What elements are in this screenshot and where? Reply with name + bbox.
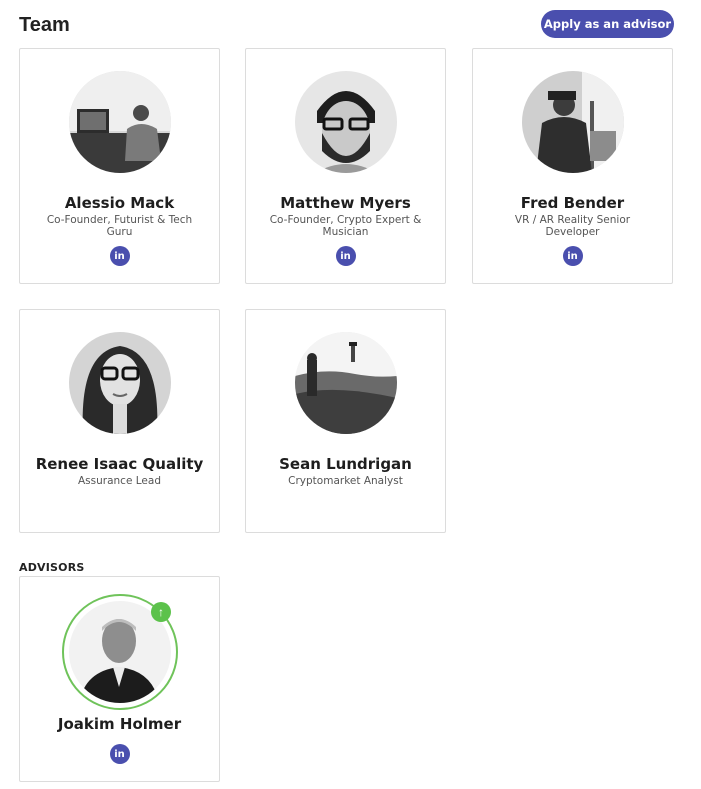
linkedin-icon[interactable]: in: [109, 744, 130, 764]
avatar: [294, 332, 397, 434]
avatar: [68, 332, 171, 434]
team-card: Matthew Myers Co-Founder, Crypto Expert …: [245, 48, 446, 284]
member-role: Cryptomarket Analyst: [288, 475, 403, 487]
linkedin-icon[interactable]: in: [109, 246, 130, 266]
linkedin-icon[interactable]: in: [562, 246, 583, 266]
page-title: Team: [19, 14, 70, 36]
advisors-section-label: ADVISORS: [19, 561, 85, 574]
member-role: Assurance Lead: [78, 475, 161, 487]
member-name: Fred Bender: [520, 194, 625, 212]
avatar: [521, 71, 624, 173]
member-name: Renee Isaac Quality: [35, 455, 204, 473]
member-name: Matthew Myers: [280, 194, 411, 212]
advisor-card: ↑ Joakim Holmer in: [19, 576, 220, 782]
team-card: Alessio Mack Co-Founder, Futurist & Tech…: [19, 48, 220, 284]
member-role: VR / AR Reality Senior Developer: [514, 214, 631, 238]
team-card: Sean Lundrigan Cryptomarket Analyst: [245, 309, 446, 533]
avatar: [68, 71, 171, 173]
member-name: Sean Lundrigan: [279, 455, 412, 473]
advisor-name: Joakim Holmer: [57, 715, 182, 733]
apply-as-advisor-button[interactable]: Apply as an advisor: [541, 10, 674, 38]
member-role: Co-Founder, Crypto Expert & Musician: [269, 214, 422, 238]
team-card: Renee Isaac Quality Assurance Lead: [19, 309, 220, 533]
member-name: Alessio Mack: [64, 194, 175, 212]
linkedin-icon[interactable]: in: [335, 246, 356, 266]
avatar: [294, 71, 397, 173]
arrow-up-icon[interactable]: ↑: [151, 602, 171, 622]
team-card: Fred Bender VR / AR Reality Senior Devel…: [472, 48, 673, 284]
member-role: Co-Founder, Futurist & Tech Guru: [46, 214, 193, 238]
